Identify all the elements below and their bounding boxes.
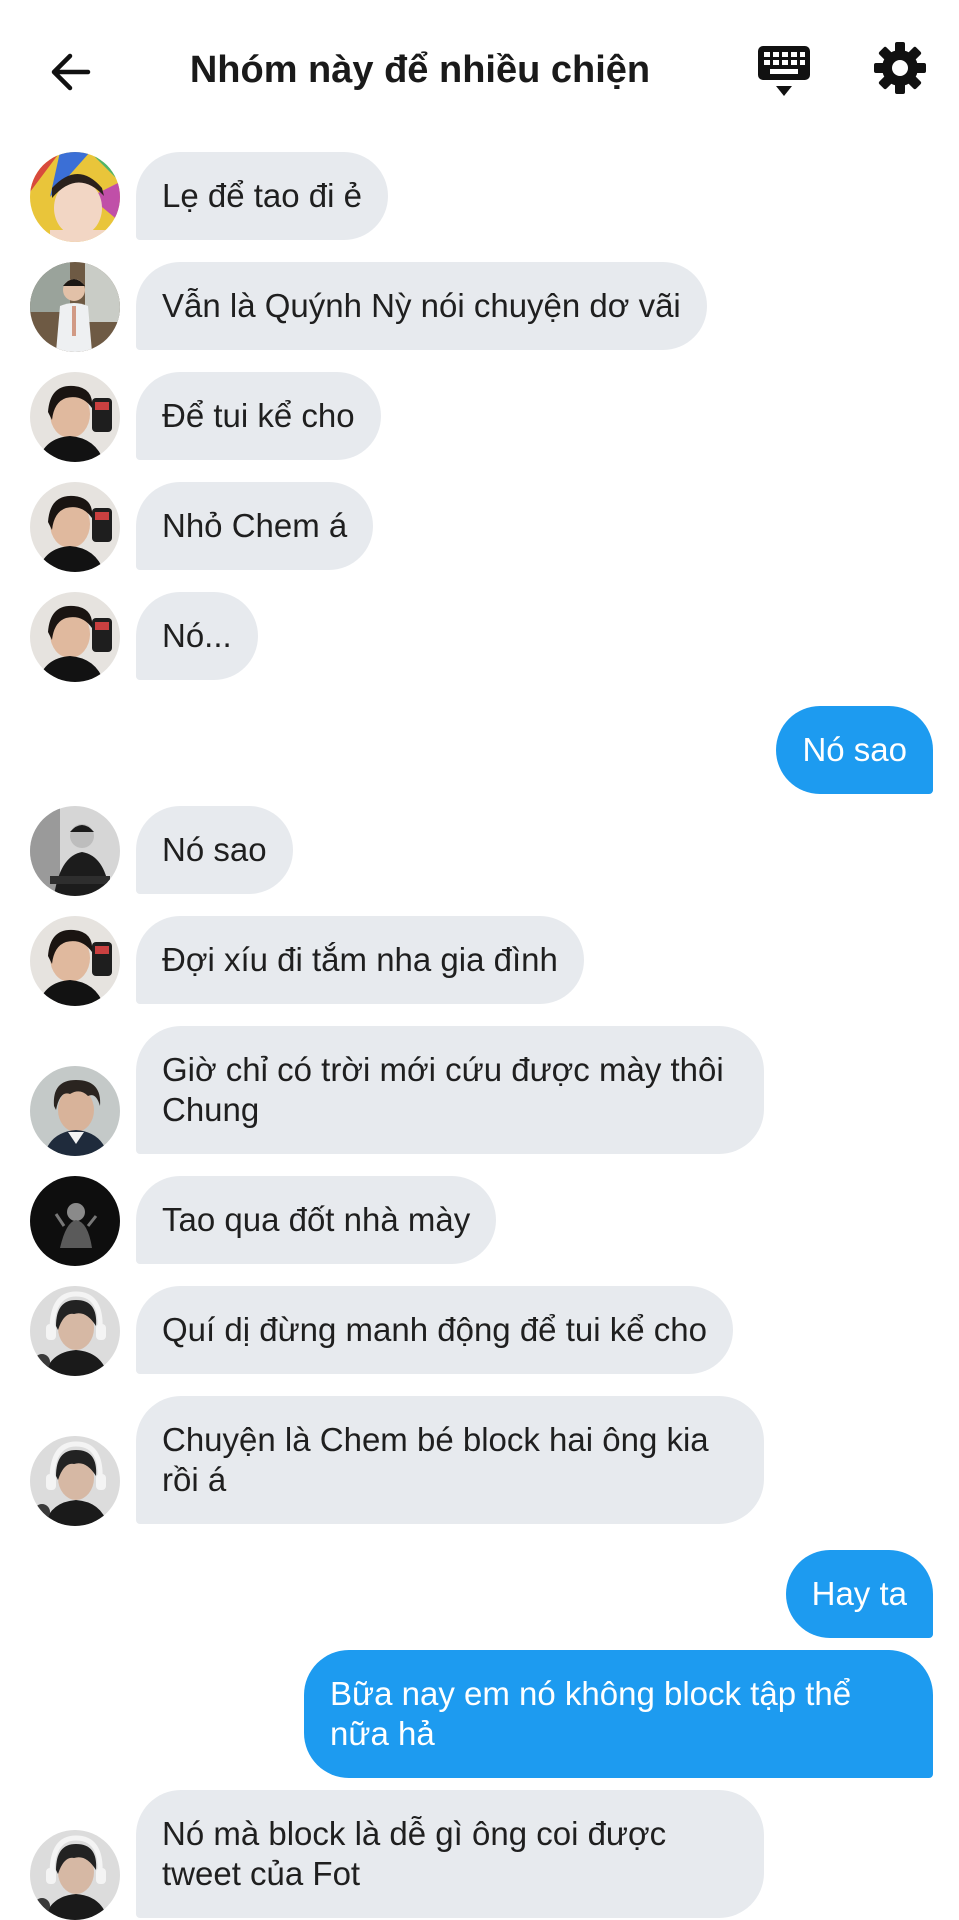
avatar-standing-icon	[30, 262, 120, 352]
avatar-selfie-icon	[30, 916, 120, 1006]
incoming-message[interactable]: Nó...	[136, 592, 258, 680]
avatar-headphones-icon	[30, 1436, 120, 1526]
avatar[interactable]	[30, 372, 120, 462]
message-row: Nó...	[0, 592, 959, 682]
back-button[interactable]	[40, 42, 100, 102]
incoming-message[interactable]: Lẹ để tao đi ẻ	[136, 152, 388, 240]
avatar[interactable]	[30, 806, 120, 896]
gear-icon	[874, 42, 926, 94]
message-row: Quí dị đừng manh động để tui kể cho	[0, 1286, 959, 1376]
message-row: Nó mà block là dễ gì ông coi được tweet …	[0, 1790, 959, 1920]
avatar-headphones-icon	[30, 1286, 120, 1376]
message-list[interactable]: Lẹ để tao đi ẻ Vẫn là Quýnh Nỳ nói chuyệ…	[0, 140, 959, 1920]
outgoing-message[interactable]: Nó sao	[776, 706, 933, 794]
avatar-selfie-icon	[30, 372, 120, 462]
incoming-message[interactable]: Nó sao	[136, 806, 293, 894]
message-row: Hay ta	[0, 1550, 959, 1640]
message-row: Tao qua đốt nhà mày	[0, 1176, 959, 1266]
avatar[interactable]	[30, 592, 120, 682]
message-row: Bữa nay em nó không block tập thể nữa hả	[0, 1650, 959, 1780]
message-row: Nhỏ Chem á	[0, 482, 959, 572]
conversation-title: Nhóm này để nhiều chiện	[189, 49, 651, 91]
incoming-message[interactable]: Giờ chỉ có trời mới cứu được mày thôi Ch…	[136, 1026, 764, 1154]
message-row: Vẫn là Quýnh Nỳ nói chuyện dơ vãi	[0, 262, 959, 352]
avatar[interactable]	[30, 482, 120, 572]
incoming-message[interactable]: Đợi xíu đi tắm nha gia đình	[136, 916, 584, 1004]
incoming-message[interactable]: Để tui kể cho	[136, 372, 381, 460]
message-row: Nó sao	[0, 806, 959, 896]
avatar[interactable]	[30, 916, 120, 1006]
message-row: Nó sao	[0, 706, 959, 796]
arrow-left-icon	[51, 53, 91, 91]
incoming-message[interactable]: Nó mà block là dễ gì ông coi được tweet …	[136, 1790, 764, 1918]
avatar[interactable]	[30, 1436, 120, 1526]
message-row: Lẹ để tao đi ẻ	[0, 152, 959, 242]
chat-header: Nhóm này để nhiều chiện	[0, 0, 959, 140]
avatar[interactable]	[30, 1176, 120, 1266]
settings-button[interactable]	[872, 40, 932, 100]
incoming-message[interactable]: Chuyện là Chem bé block hai ông kia rồi …	[136, 1396, 764, 1524]
incoming-message[interactable]: Quí dị đừng manh động để tui kể cho	[136, 1286, 733, 1374]
keyboard-icon	[758, 46, 810, 96]
avatar[interactable]	[30, 152, 120, 242]
avatar-curly-icon	[30, 1066, 120, 1156]
avatar[interactable]	[30, 262, 120, 352]
incoming-message[interactable]: Tao qua đốt nhà mày	[136, 1176, 497, 1264]
outgoing-message[interactable]: Bữa nay em nó không block tập thể nữa hả	[304, 1650, 933, 1778]
avatar-headphones-icon	[30, 1830, 120, 1920]
message-row: Giờ chỉ có trời mới cứu được mày thôi Ch…	[0, 1026, 959, 1156]
keyboard-button[interactable]	[752, 42, 816, 102]
avatar[interactable]	[30, 1286, 120, 1376]
message-row: Để tui kể cho	[0, 372, 959, 462]
avatar[interactable]	[30, 1830, 120, 1920]
avatar-dark-icon	[30, 1176, 120, 1266]
avatar-selfie-icon	[30, 592, 120, 682]
message-row: Đợi xíu đi tắm nha gia đình	[0, 916, 959, 1006]
message-row: Chuyện là Chem bé block hai ông kia rồi …	[0, 1396, 959, 1526]
incoming-message[interactable]: Vẫn là Quýnh Nỳ nói chuyện dơ vãi	[136, 262, 707, 350]
avatar-colorful-icon	[30, 152, 120, 242]
outgoing-message[interactable]: Hay ta	[785, 1550, 933, 1638]
avatar[interactable]	[30, 1066, 120, 1156]
incoming-message[interactable]: Nhỏ Chem á	[136, 482, 374, 570]
avatar-selfie-icon	[30, 482, 120, 572]
avatar-bw-icon	[30, 806, 120, 896]
